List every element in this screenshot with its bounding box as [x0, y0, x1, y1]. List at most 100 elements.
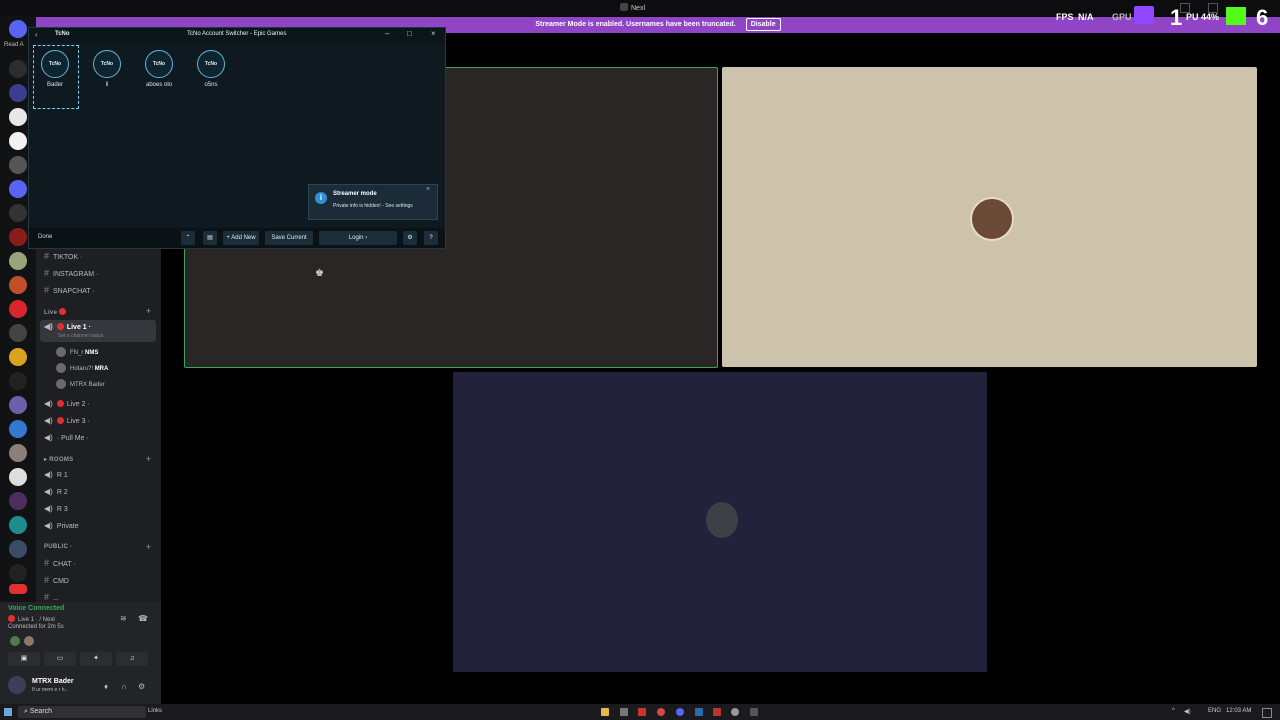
volume-icon[interactable]: ◀) — [1184, 708, 1191, 715]
server-icon[interactable] — [9, 540, 27, 558]
soundboard-icon[interactable]: ♫ — [116, 652, 148, 666]
noise-suppression-icon[interactable]: ≋ — [120, 614, 127, 623]
account-tile[interactable]: TcNo o5ns — [189, 50, 233, 88]
add-new-button[interactable]: + Add New — [223, 231, 259, 245]
account-tile[interactable]: TcNo ll — [85, 50, 129, 88]
channel-room-3[interactable]: ◀) R 3 — [44, 504, 68, 513]
server-icon[interactable] — [9, 204, 27, 222]
server-icon[interactable] — [9, 516, 27, 534]
activity-icon[interactable]: ✦ — [80, 652, 112, 666]
app-icon[interactable] — [713, 708, 721, 716]
app-icon[interactable] — [750, 708, 758, 716]
screen-share-icon[interactable]: ▭ — [44, 652, 76, 666]
channel-live-3[interactable]: ◀) Live 3 · — [44, 416, 90, 425]
server-icon[interactable] — [9, 396, 27, 414]
channel-chat[interactable]: # CHAT · — [44, 558, 76, 568]
voice-channel[interactable]: Live 1 · / Nexl — [8, 615, 55, 623]
account-tile[interactable]: TcNo Bader — [33, 50, 77, 88]
links-toolbar[interactable]: Links — [148, 708, 162, 714]
app-icon[interactable] — [695, 708, 703, 716]
video-tile[interactable] — [453, 372, 987, 672]
help-button[interactable]: ? — [424, 231, 438, 245]
server-icon[interactable] — [9, 444, 27, 462]
settings-icon[interactable]: ⚙ — [403, 231, 417, 245]
notification-icon[interactable] — [1262, 708, 1272, 718]
camera-icon[interactable]: ▣ — [8, 652, 40, 666]
toast-close-icon[interactable]: × — [426, 186, 430, 193]
server-icon[interactable] — [9, 324, 27, 342]
settings-icon[interactable]: ⚙ — [138, 682, 145, 691]
app-icon[interactable] — [638, 708, 646, 716]
mic-icon[interactable]: ♦ — [104, 682, 108, 691]
clock[interactable]: 12:03 AM — [1226, 708, 1251, 714]
server-icon[interactable] — [9, 372, 27, 390]
maximize-icon[interactable]: □ — [407, 29, 412, 38]
add-channel-icon[interactable]: + — [146, 454, 151, 464]
discord-icon[interactable] — [676, 708, 684, 716]
voice-duration: Connected for 2m 5s — [8, 624, 64, 630]
channel-instagram[interactable]: # INSTAGRAM · — [44, 268, 98, 278]
add-channel-icon[interactable]: + — [146, 542, 151, 552]
channel-pull-me[interactable]: ◀) · Pull Me · — [44, 433, 89, 442]
server-icon[interactable] — [9, 276, 27, 294]
category-public[interactable]: PUBLIC · — [44, 544, 72, 550]
server-icon[interactable] — [9, 348, 27, 366]
channel-cmd[interactable]: # CMD — [44, 575, 69, 585]
server-icon[interactable] — [9, 564, 27, 582]
server-icon[interactable] — [9, 180, 27, 198]
account-tile[interactable]: TcNo aboes olo — [137, 50, 181, 88]
save-current-button[interactable]: Save Current — [265, 231, 313, 245]
server-icon[interactable] — [9, 468, 27, 486]
channel-private[interactable]: ◀) Private — [44, 521, 79, 530]
chrome-icon[interactable] — [657, 708, 665, 716]
server-icon[interactable] — [9, 108, 27, 126]
category-rooms[interactable]: ▸ ROOMS — [44, 456, 73, 463]
server-icon[interactable] — [9, 228, 27, 246]
voice-member[interactable]: FN_r NMS — [56, 347, 98, 357]
language-indicator[interactable]: ENG — [1208, 708, 1221, 714]
channel-room-1[interactable]: ◀) R 1 — [44, 470, 68, 479]
home-icon[interactable] — [9, 20, 27, 38]
switcher-title: TcNo Account Switcher - Epic Games — [187, 31, 287, 37]
app-icon[interactable] — [620, 708, 628, 716]
category-label: PUBLIC · — [44, 544, 73, 550]
channel-room-2[interactable]: ◀) R 2 — [44, 487, 68, 496]
user-avatar[interactable] — [8, 676, 26, 694]
close-icon[interactable]: × — [431, 29, 436, 38]
minimize-icon[interactable]: – — [385, 29, 389, 38]
back-icon[interactable]: ‹ — [35, 30, 38, 39]
headphones-icon[interactable]: ∩ — [121, 682, 127, 691]
voice-member[interactable]: Hotaru?! MRA — [56, 363, 108, 373]
app-icon[interactable] — [731, 708, 739, 716]
user-name[interactable]: MTRX Bader — [32, 678, 74, 685]
channel-live-1[interactable]: ◀) Live 1 · — [44, 322, 91, 331]
login-button[interactable]: Login › — [319, 231, 397, 245]
platform-icon[interactable]: ▤ — [203, 231, 217, 245]
toast-body[interactable]: Private info is hidden! - See settings — [333, 203, 413, 209]
channel-tiktok[interactable]: # TIKTOK · — [44, 251, 82, 261]
channel-truncated[interactable]: #... — [44, 592, 59, 602]
channel-snapchat[interactable]: # SNAPCHAT · — [44, 285, 95, 295]
collapse-icon[interactable]: ⌃ — [181, 231, 195, 245]
app-title-text: Nexl — [631, 5, 646, 12]
server-icon[interactable] — [9, 492, 27, 510]
server-icon[interactable] — [9, 300, 27, 318]
file-explorer-icon[interactable] — [601, 708, 609, 716]
server-icon[interactable] — [9, 132, 27, 150]
voice-member[interactable]: MTRX Bader — [56, 379, 105, 389]
server-icon[interactable] — [9, 60, 27, 78]
server-icon[interactable] — [9, 84, 27, 102]
add-channel-icon[interactable]: + — [146, 306, 151, 316]
taskbar-search[interactable]: ⌕ Search — [18, 706, 146, 718]
server-icon[interactable] — [9, 156, 27, 174]
disable-streamer-button[interactable]: Disable — [745, 18, 781, 31]
channel-status[interactable]: Set a channel status — [58, 333, 103, 339]
channel-live-2[interactable]: ◀) Live 2 · — [44, 399, 90, 408]
video-tile[interactable] — [722, 67, 1257, 367]
server-icon[interactable] — [9, 252, 27, 270]
server-icon[interactable] — [9, 420, 27, 438]
category-live[interactable]: Live — [44, 308, 69, 316]
start-icon[interactable] — [4, 708, 12, 716]
tray-chevron-icon[interactable]: ^ — [1172, 708, 1175, 714]
disconnect-icon[interactable]: ☎ — [138, 614, 148, 623]
